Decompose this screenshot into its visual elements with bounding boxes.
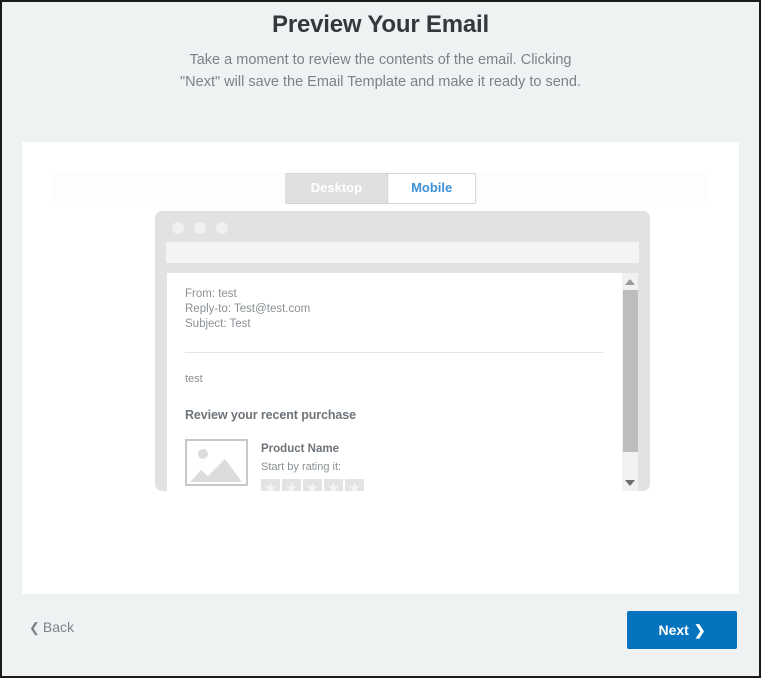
next-button-label: Next — [658, 622, 689, 638]
star-icon-3[interactable]: ★ — [303, 479, 322, 491]
star-icon-2[interactable]: ★ — [282, 479, 301, 491]
next-button[interactable]: Next ❯ — [627, 611, 737, 649]
star-glyph: ★ — [263, 480, 278, 491]
email-body-text: test — [185, 373, 203, 385]
email-from: From: test — [185, 288, 237, 300]
scroll-down-arrow-icon[interactable] — [622, 474, 639, 491]
wizard-footer: ❮ Back Next ❯ — [2, 594, 759, 676]
email-preview-scrollbar[interactable] — [621, 273, 638, 491]
star-icon-4[interactable]: ★ — [324, 479, 343, 491]
email-preview-viewport: From: test Reply-to: Test@test.com Subje… — [167, 273, 638, 491]
chevron-left-icon: ❮ — [29, 620, 40, 635]
tab-mobile[interactable]: Mobile — [388, 174, 476, 203]
email-reply-to: Reply-to: Test@test.com — [185, 303, 311, 315]
browser-preview-frame: From: test Reply-to: Test@test.com Subje… — [155, 211, 650, 491]
placeholder-sun-icon — [198, 449, 208, 459]
scrollbar-thumb[interactable] — [622, 290, 638, 452]
product-block: Product Name Start by rating it: ★ ★ ★ ★ ★ — [185, 439, 603, 491]
placeholder-hill-icon — [190, 470, 215, 482]
scroll-up-arrow-icon[interactable] — [622, 273, 639, 290]
chevron-right-icon: ❯ — [693, 621, 706, 638]
rating-prompt: Start by rating it: — [261, 461, 342, 473]
browser-address-bar — [166, 242, 639, 263]
tab-desktop[interactable]: Desktop — [285, 174, 389, 203]
product-name: Product Name — [261, 443, 339, 455]
window-dot-maximize-icon — [216, 222, 228, 234]
star-glyph: ★ — [326, 480, 341, 491]
star-glyph: ★ — [305, 480, 320, 491]
window-dot-minimize-icon — [194, 222, 206, 234]
star-glyph: ★ — [347, 480, 362, 491]
window-dot-close-icon — [172, 222, 184, 234]
page-subtitle: Take a moment to review the contents of … — [180, 52, 581, 90]
review-heading: Review your recent purchase — [185, 408, 356, 422]
page-header: Preview Your Email Take a moment to revi… — [2, 2, 759, 93]
star-icon-5[interactable]: ★ — [345, 479, 364, 491]
browser-window-dots — [167, 222, 638, 234]
product-info: Product Name Start by rating it: ★ ★ ★ ★ ★ — [261, 439, 364, 491]
email-content: From: test Reply-to: Test@test.com Subje… — [167, 273, 621, 491]
preview-card: Desktop Mobile From: test Reply-to: Test… — [22, 142, 739, 594]
scrollbar-track[interactable] — [622, 290, 639, 474]
back-button[interactable]: ❮ Back — [29, 619, 74, 636]
email-header-divider — [185, 352, 603, 353]
preview-email-page: Preview Your Email Take a moment to revi… — [2, 2, 759, 676]
star-rating-control[interactable]: ★ ★ ★ ★ ★ — [261, 479, 364, 491]
back-button-label: Back — [42, 619, 75, 635]
preview-mode-tabs: Desktop Mobile — [284, 173, 477, 204]
star-icon-1[interactable]: ★ — [261, 479, 280, 491]
page-title: Preview Your Email — [272, 11, 489, 38]
star-glyph: ★ — [284, 480, 299, 491]
product-image-placeholder-icon — [185, 439, 248, 486]
email-subject: Subject: Test — [185, 318, 251, 330]
